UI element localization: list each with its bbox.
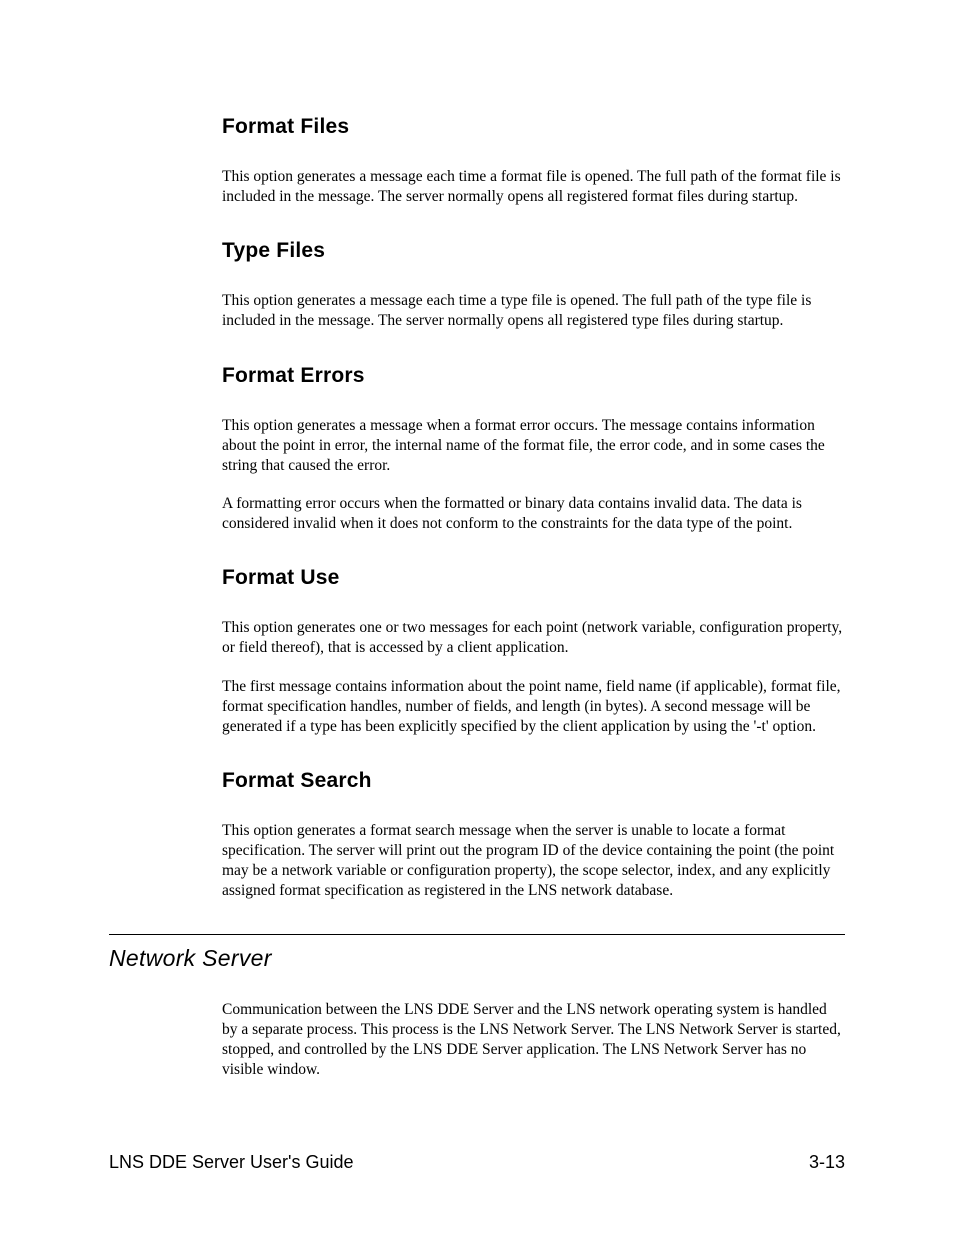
heading-type-files: Type Files [222, 239, 845, 263]
section-format-search: Format Search This option generates a fo… [109, 769, 845, 902]
section-format-use: Format Use This option generates one or … [109, 566, 845, 737]
paragraph: Communication between the LNS DDE Server… [222, 1000, 845, 1081]
paragraph: This option generates a message when a f… [222, 416, 845, 476]
heading-network-server: Network Server [109, 945, 845, 972]
footer-page-number: 3-13 [809, 1152, 845, 1173]
page-footer: LNS DDE Server User's Guide 3-13 [109, 1152, 845, 1173]
section-format-files: Format Files This option generates a mes… [109, 115, 845, 207]
paragraph: This option generates a message each tim… [222, 167, 845, 207]
section-divider [109, 934, 845, 935]
section-network-server: Network Server Communication between the… [109, 945, 845, 1081]
paragraph: This option generates a message each tim… [222, 291, 845, 331]
page-content: Format Files This option generates a mes… [0, 0, 954, 1080]
footer-title: LNS DDE Server User's Guide [109, 1152, 354, 1173]
heading-format-search: Format Search [222, 769, 845, 793]
paragraph: The first message contains information a… [222, 677, 845, 737]
heading-format-files: Format Files [222, 115, 845, 139]
paragraph: This option generates one or two message… [222, 618, 845, 658]
paragraph: This option generates a format search me… [222, 821, 845, 902]
heading-format-use: Format Use [222, 566, 845, 590]
section-type-files: Type Files This option generates a messa… [109, 239, 845, 331]
heading-format-errors: Format Errors [222, 364, 845, 388]
section-format-errors: Format Errors This option generates a me… [109, 364, 845, 535]
paragraph: A formatting error occurs when the forma… [222, 494, 845, 534]
